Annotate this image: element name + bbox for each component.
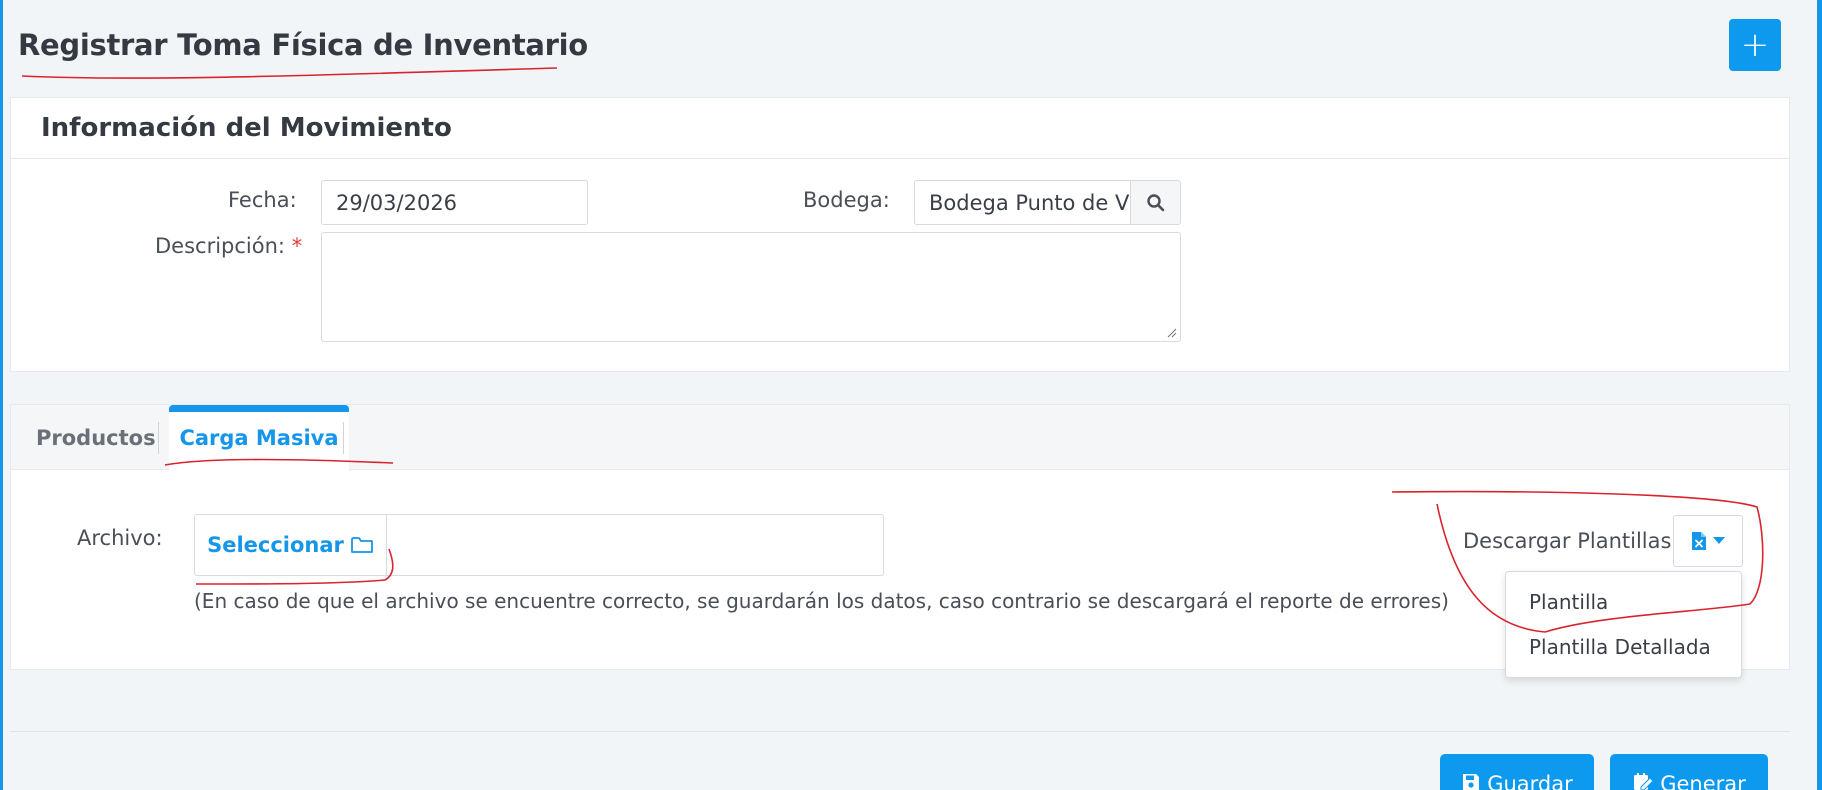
file-excel-icon — [1692, 532, 1706, 550]
menu-item-plantilla-detallada[interactable]: Plantilla Detallada — [1529, 635, 1711, 659]
annotation-underline-title — [21, 67, 558, 79]
menu-item-plantilla[interactable]: Plantilla — [1529, 590, 1608, 614]
page-left-border — [0, 0, 3, 790]
descripcion-textarea[interactable] — [321, 232, 1181, 342]
fecha-value: 29/03/2026 — [336, 190, 458, 215]
fecha-input[interactable]: 29/03/2026 — [321, 180, 588, 225]
search-icon — [1146, 193, 1164, 211]
tabs-bar: Productos Carga Masiva — [11, 405, 1789, 470]
footer-divider — [10, 731, 1790, 732]
descripcion-label: Descripción: * — [155, 234, 302, 258]
download-templates-button[interactable] — [1673, 515, 1743, 567]
tab-carga-masiva[interactable]: Carga Masiva — [169, 405, 349, 470]
tab-carga-masiva-label: Carga Masiva — [179, 425, 339, 450]
caret-down-icon — [1713, 537, 1725, 544]
tab-productos[interactable]: Productos — [36, 405, 156, 470]
fecha-label: Fecha: — [228, 188, 297, 212]
bodega-search-button[interactable] — [1131, 180, 1181, 225]
tab-productos-label: Productos — [36, 425, 156, 450]
guardar-button[interactable]: Guardar — [1440, 754, 1594, 790]
generar-label: Generar — [1660, 772, 1746, 790]
upload-hint: (En caso de que el archivo se encuentre … — [194, 589, 1449, 613]
archivo-label: Archivo: — [77, 526, 163, 550]
download-templates-label: Descargar Plantillas — [1463, 529, 1672, 553]
tab-separator — [343, 422, 344, 454]
page-title: Registrar Toma Física de Inventario — [18, 28, 588, 62]
page-right-border — [1817, 0, 1822, 790]
guardar-label: Guardar — [1487, 772, 1573, 790]
calendar-edit-icon — [1634, 773, 1654, 790]
required-mark: * — [291, 234, 303, 258]
select-file-label: Seleccionar — [207, 533, 344, 557]
bodega-label: Bodega: — [803, 188, 890, 212]
bodega-value: Bodega Punto de V — [929, 190, 1130, 215]
add-button[interactable]: + — [1729, 19, 1781, 71]
folder-icon — [351, 537, 373, 553]
file-input-group: Seleccionar — [194, 514, 884, 576]
resize-handle-icon[interactable] — [1167, 328, 1177, 338]
bodega-input[interactable]: Bodega Punto de V — [914, 180, 1131, 225]
descripcion-label-text: Descripción: — [155, 234, 285, 258]
movement-info-header: Información del Movimiento — [11, 98, 1789, 159]
plus-icon: + — [1740, 25, 1770, 65]
section-title: Información del Movimiento — [41, 113, 452, 143]
generar-button[interactable]: Generar — [1610, 754, 1768, 790]
tab-separator — [158, 422, 159, 454]
select-file-button[interactable]: Seleccionar — [195, 515, 387, 575]
download-templates-menu: Plantilla Plantilla Detallada — [1505, 571, 1742, 678]
active-tab-indicator — [169, 405, 349, 412]
save-icon — [1463, 774, 1480, 790]
